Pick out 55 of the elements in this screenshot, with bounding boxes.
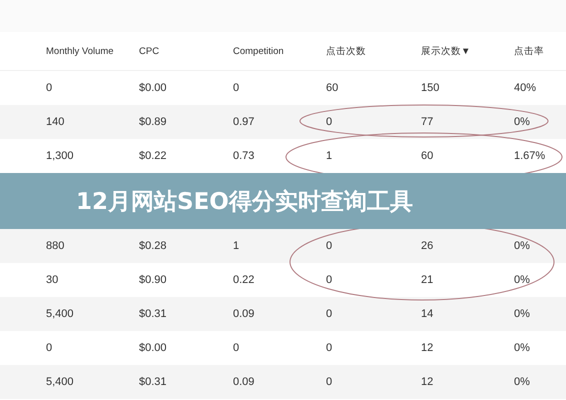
column-header: 展示次数▼ <box>421 44 470 58</box>
table-cell: 0% <box>514 342 530 354</box>
table-cell: 880 <box>46 240 64 252</box>
column-header: 点击次数 <box>326 44 366 58</box>
table-cell: $0.22 <box>139 150 167 162</box>
table-cell: $0.28 <box>139 240 167 252</box>
table-cell: 1 <box>326 150 332 162</box>
table-cell: $0.31 <box>139 308 167 320</box>
table-cell: $0.31 <box>139 376 167 388</box>
table-cell: 14 <box>421 308 434 320</box>
table-cell: 0.09 <box>233 376 254 388</box>
table-cell: 0 <box>233 82 240 94</box>
table-cell: 150 <box>421 82 440 94</box>
table-cell: $0.89 <box>139 116 167 128</box>
table-cell: $0.00 <box>139 342 167 354</box>
table-cell: 12 <box>421 376 434 388</box>
table-cell: 0% <box>514 116 530 128</box>
table-cell: 40% <box>514 82 536 94</box>
column-header: 点击率 <box>514 44 544 58</box>
table-cell: 1,300 <box>46 150 74 162</box>
table-cell: 26 <box>421 240 434 252</box>
table-cell: 0.22 <box>233 274 254 286</box>
table-cell: 0.73 <box>233 150 254 162</box>
table-cell: 0 <box>326 240 332 252</box>
column-header: Monthly Volume <box>46 46 114 56</box>
table-cell: 0 <box>233 342 240 354</box>
table-cell: 12 <box>421 342 434 354</box>
table-cell: $0.90 <box>139 274 167 286</box>
table-cell: 5,400 <box>46 376 74 388</box>
table-cell: 60 <box>326 82 338 94</box>
table-cell: 0% <box>514 376 530 388</box>
table-cell: 0.09 <box>233 308 254 320</box>
table-cell: 0% <box>514 240 530 252</box>
table-cell: 21 <box>421 274 434 286</box>
table-cell: 0% <box>514 308 530 320</box>
table-cell: $0.00 <box>139 82 167 94</box>
table-cell: 0.97 <box>233 116 254 128</box>
table-cell: 77 <box>421 116 434 128</box>
column-header: Competition <box>233 46 284 56</box>
table-cell: 0 <box>326 376 332 388</box>
table-cell: 1.67% <box>514 150 546 162</box>
table-cell: 0 <box>326 308 332 320</box>
column-header: CPC <box>139 46 160 56</box>
table-cell: 140 <box>46 116 64 128</box>
table-cell: 0 <box>326 116 332 128</box>
table-cell: 0 <box>46 82 52 94</box>
banner-title: 12月网站SEO得分实时查询工具 <box>76 188 413 216</box>
table-cell: 0 <box>46 342 52 354</box>
table-cell: 5,400 <box>46 308 74 320</box>
table-cell: 60 <box>421 150 434 162</box>
table-cell: 1 <box>233 240 240 252</box>
table-cell: 0% <box>514 274 530 286</box>
table-cell: 30 <box>46 274 58 286</box>
table-cell: 0 <box>326 274 332 286</box>
table-cell: 0 <box>326 342 332 354</box>
